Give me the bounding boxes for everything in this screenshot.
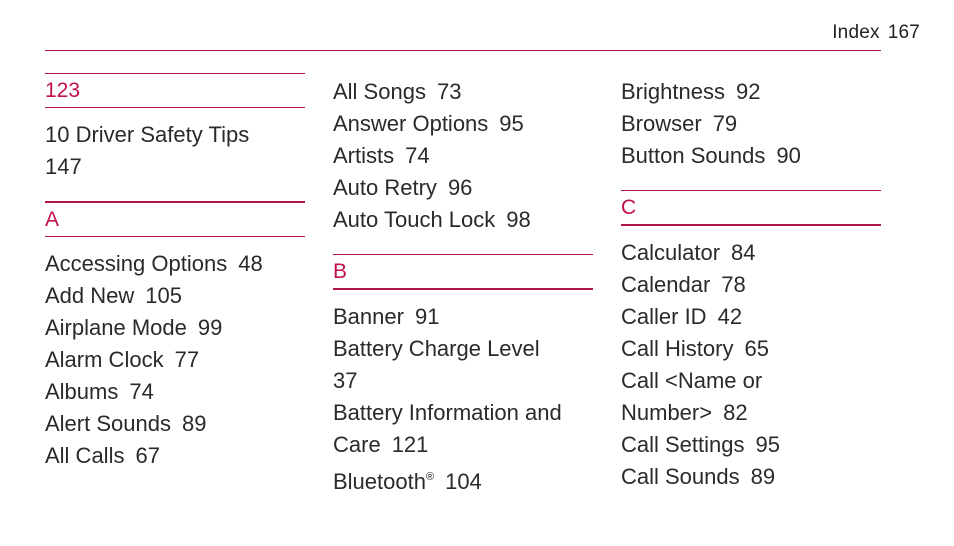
index-entry: Button Sounds 90: [621, 143, 801, 168]
index-entry: Caller ID 42: [621, 304, 743, 329]
index-entry: Artists 74: [333, 143, 430, 168]
index-entry: Battery Charge Level: [333, 336, 540, 361]
index-entry: Banner 91: [333, 304, 440, 329]
index-entry: Call <Name or: [621, 368, 763, 393]
index-entry: Albums 74: [45, 379, 154, 404]
index-column-3: Brightness 92 Browser 79 Button Sounds 90 C…: [621, 76, 881, 493]
index-column-2: All Songs 73 Answer Options 95 Artists 74 A…: [333, 76, 593, 498]
index-entry: Call Settings 95: [621, 432, 780, 457]
index-entry: Call Sounds 89: [621, 464, 776, 489]
section-heading-a: A: [45, 201, 305, 237]
index-entry: Airplane Mode 99: [45, 315, 223, 340]
index-entry: Bluetooth® 104: [333, 469, 482, 494]
index-entry: Add New 105: [45, 283, 182, 308]
index-entry: Calculator 84: [621, 240, 756, 265]
index-entry: Answer Options 95: [333, 111, 524, 136]
index-entry-page: 37: [333, 368, 358, 393]
index-entry: Battery Information and: [333, 400, 562, 425]
page-number: 167: [887, 22, 920, 43]
index-entry: All Calls 67: [45, 443, 160, 468]
index-entry: Alarm Clock 77: [45, 347, 200, 372]
section-heading-c: C: [621, 190, 881, 226]
index-entry-continued: Care 121: [333, 432, 429, 457]
index-column-1: 123 10 Driver Safety Tips 147 A Accessin…: [45, 73, 305, 472]
index-entry: Browser 79: [621, 111, 738, 136]
index-entry: Alert Sounds 89: [45, 411, 207, 436]
index-entry-continued: Number> 82: [621, 400, 748, 425]
index-entry: Auto Touch Lock 98: [333, 207, 531, 232]
section-heading-123: 123: [45, 73, 305, 108]
index-entry: Brightness 92: [621, 79, 761, 104]
index-entry-page: 147: [45, 154, 82, 179]
index-entry: Calendar 78: [621, 272, 746, 297]
registered-mark: ®: [425, 471, 435, 483]
index-entry: All Songs 73: [333, 79, 462, 104]
section-heading-b: B: [333, 254, 593, 290]
index-entry: 10 Driver Safety Tips: [45, 122, 250, 147]
index-entry: Call History 65: [621, 336, 769, 361]
header-rule: [45, 50, 881, 51]
running-header: Index 167: [832, 22, 920, 44]
index-entry: Accessing Options 48: [45, 251, 263, 276]
index-entry: Auto Retry 96: [333, 175, 473, 200]
header-label: Index: [832, 22, 880, 43]
